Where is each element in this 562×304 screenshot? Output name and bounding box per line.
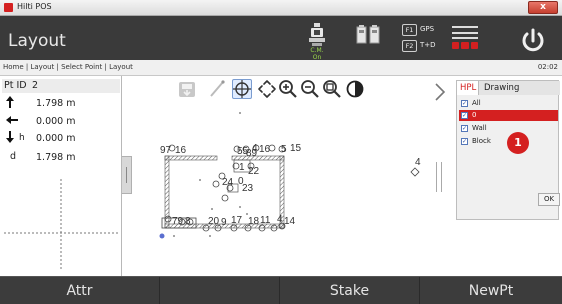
map-point-label: 4 <box>277 214 283 225</box>
arrow-down-icon <box>6 131 14 146</box>
settings-menu-icon[interactable] <box>452 24 478 52</box>
offset-forward-value: 1.798 m <box>36 98 76 109</box>
point-id-row[interactable]: Pt ID 2 <box>2 79 120 93</box>
map-point-label: 15 <box>290 143 302 154</box>
layer-label: Wall <box>472 124 487 132</box>
f2-key[interactable]: F2 <box>402 40 417 52</box>
window-titlebar: Hilti POS x <box>0 0 562 16</box>
arrow-up-icon <box>6 96 14 111</box>
map-point-label: 4 <box>252 143 258 154</box>
map-point-label: 24 <box>222 177 234 188</box>
map-canvas[interactable]: 97 16 55 89 4 16 5 15 1 22 24 0 23 4 79 … <box>122 76 427 276</box>
ok-button[interactable]: OK <box>538 193 560 206</box>
map-point-label: 20 <box>208 216 220 227</box>
point-id-label: Pt ID <box>4 80 27 91</box>
app-header: Layout C.M. On F1 GPS F2 T+D <box>0 16 562 61</box>
map-point-label: 79 <box>172 216 184 227</box>
checkbox-checked-icon[interactable]: ✓ <box>461 100 468 107</box>
height-label: h <box>19 133 25 143</box>
distance-label: d <box>10 151 17 162</box>
f2-label: T+D <box>420 41 436 49</box>
offset-height-value: 0.000 m <box>36 133 76 144</box>
breadcrumb-bar: Home | Layout | Select Point | Layout 02… <box>0 60 562 76</box>
layer-item-all[interactable]: ✓ All <box>459 98 558 109</box>
tab-hpl[interactable]: HPL <box>457 81 479 95</box>
map-point-label: 1 <box>239 162 245 173</box>
instrument-status-label: C.M. On <box>310 47 324 61</box>
app-logo-icon <box>4 3 13 12</box>
attr-button[interactable]: Attr <box>0 277 160 304</box>
map-point-label: 11 <box>260 215 271 226</box>
point-info-panel: Pt ID 2 1.798 m 0.000 m h 0.000 m d 1.79… <box>0 76 122 276</box>
arrow-left-icon <box>6 114 18 127</box>
map-point-label: 17 <box>231 215 243 226</box>
f1-label: GPS <box>420 25 435 33</box>
checkbox-checked-icon[interactable]: ✓ <box>461 138 468 145</box>
instrument-status-icon[interactable]: C.M. On <box>306 22 328 61</box>
page-title: Layout <box>8 31 66 51</box>
layer-item-0[interactable]: ✓ 0 <box>459 110 558 121</box>
map-point-label: 9 <box>221 217 227 228</box>
layer-label: Block <box>472 137 491 145</box>
map-point-label: 18 <box>248 216 260 227</box>
power-icon[interactable] <box>520 28 546 54</box>
clock: 02:02 <box>537 63 558 71</box>
layer-tabs: HPL Drawing <box>457 81 560 95</box>
layer-label: 0 <box>472 111 477 119</box>
window-title: Hilti POS <box>17 2 52 11</box>
map-point-label: 22 <box>248 166 260 177</box>
empty-softkey[interactable] <box>160 277 280 304</box>
map-point-label: 16 <box>259 144 271 155</box>
map-point-label: 4 <box>415 157 421 168</box>
map-point-label: 16 <box>175 145 187 156</box>
map-point-label: 14 <box>284 216 296 227</box>
softkey-bar: Attr Stake NewPt <box>0 276 562 304</box>
map-point-label: 5 <box>281 144 287 155</box>
new-point-button[interactable]: NewPt <box>420 277 562 304</box>
checkbox-checked-icon[interactable]: ✓ <box>461 112 468 119</box>
layer-item-wall[interactable]: ✓ Wall <box>459 123 558 134</box>
battery-icon <box>356 25 380 45</box>
breadcrumb: Home | Layout | Select Point | Layout <box>3 63 133 71</box>
map-point-label: 97 <box>160 145 172 156</box>
point-id-value: 2 <box>32 80 39 91</box>
checkbox-checked-icon[interactable]: ✓ <box>461 125 468 132</box>
offset-height-row: h 0.000 m <box>2 131 120 147</box>
f1-key[interactable]: F1 <box>402 24 417 36</box>
layers-panel: HPL Drawing ✓ All ✓ 0 ✓ Wall ✓ Block 1 O… <box>427 76 562 276</box>
panel-splitter[interactable] <box>436 162 442 192</box>
map-point-label: 8 <box>185 216 191 227</box>
distance-value: 1.798 m <box>36 152 76 163</box>
crosshair-minimap <box>4 179 118 269</box>
tab-drawing[interactable]: Drawing <box>481 81 523 95</box>
map-point-label: 23 <box>242 183 254 194</box>
function-keys: F1 GPS F2 T+D <box>402 22 444 54</box>
offset-forward-row: 1.798 m <box>2 96 120 112</box>
offset-side-value: 0.000 m <box>36 116 76 127</box>
distance-row: d 1.798 m <box>2 150 120 166</box>
stake-button[interactable]: Stake <box>280 277 420 304</box>
offset-side-row: 0.000 m <box>2 114 120 130</box>
callout-badge: 1 <box>507 132 529 154</box>
layer-label: All <box>472 99 481 107</box>
window-close-button[interactable]: x <box>528 1 558 14</box>
chevron-right-icon[interactable] <box>433 82 447 102</box>
site-plan-drawing: 97 16 55 89 4 16 5 15 1 22 24 0 23 4 79 … <box>159 112 421 239</box>
